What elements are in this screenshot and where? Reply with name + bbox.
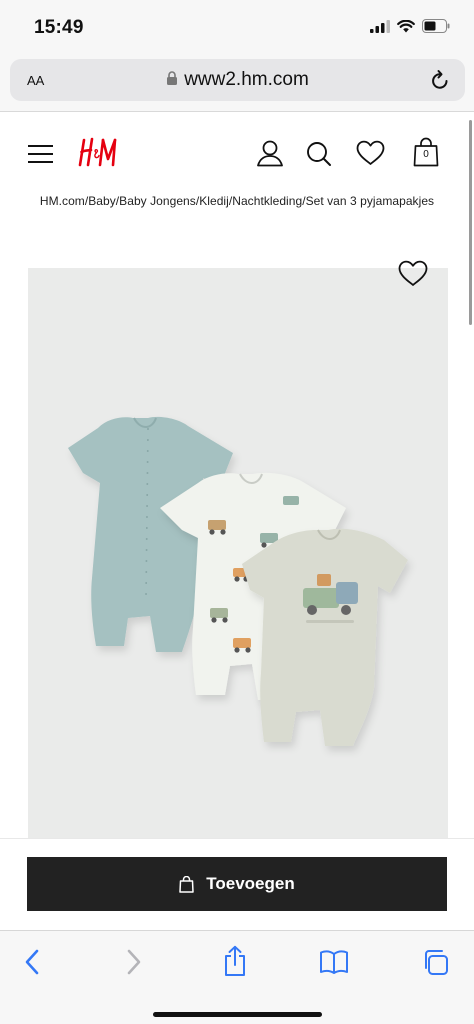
favourite-heart-icon[interactable] [398,260,428,287]
url-display[interactable]: www2.hm.com [10,69,465,91]
scrollbar-thumb[interactable] [469,120,472,325]
share-icon[interactable] [222,945,248,977]
bookmarks-icon[interactable] [319,949,349,975]
add-to-bag-button[interactable]: Toevoegen [27,857,447,911]
url-text: www2.hm.com [184,69,309,90]
heart-icon[interactable] [356,140,385,166]
tabs-icon[interactable] [422,949,449,976]
forward-icon[interactable] [126,949,142,975]
bag-icon [179,875,194,893]
status-icons [370,19,450,33]
bag-button[interactable]: 0 [413,137,439,167]
status-time: 15:49 [34,17,84,38]
safari-toolbar [0,930,474,1024]
add-to-bag-label: Toevoegen [206,874,295,893]
menu-icon[interactable] [28,145,53,163]
signal-icon [370,19,390,33]
battery-icon [422,19,450,33]
reload-icon[interactable] [430,69,450,91]
pyjama-set-illustration [68,416,408,746]
safari-address-area: AA www2.hm.com [0,56,474,112]
product-image[interactable] [28,268,448,838]
hm-logo[interactable] [78,135,122,169]
home-indicator [153,1012,322,1017]
wifi-icon [397,19,415,32]
status-bar: 15:49 [0,0,474,56]
add-to-bag-panel: Toevoegen [0,838,474,930]
address-bar[interactable]: AA www2.hm.com [10,59,465,101]
back-icon[interactable] [24,949,40,975]
breadcrumb[interactable]: HM.com/Baby/Baby Jongens/Kledij/Nachtkle… [0,194,474,208]
account-icon[interactable] [256,139,284,167]
bag-count: 0 [423,149,429,160]
site-header: 0 [0,113,474,193]
lock-icon [167,71,178,85]
search-icon[interactable] [306,141,332,167]
